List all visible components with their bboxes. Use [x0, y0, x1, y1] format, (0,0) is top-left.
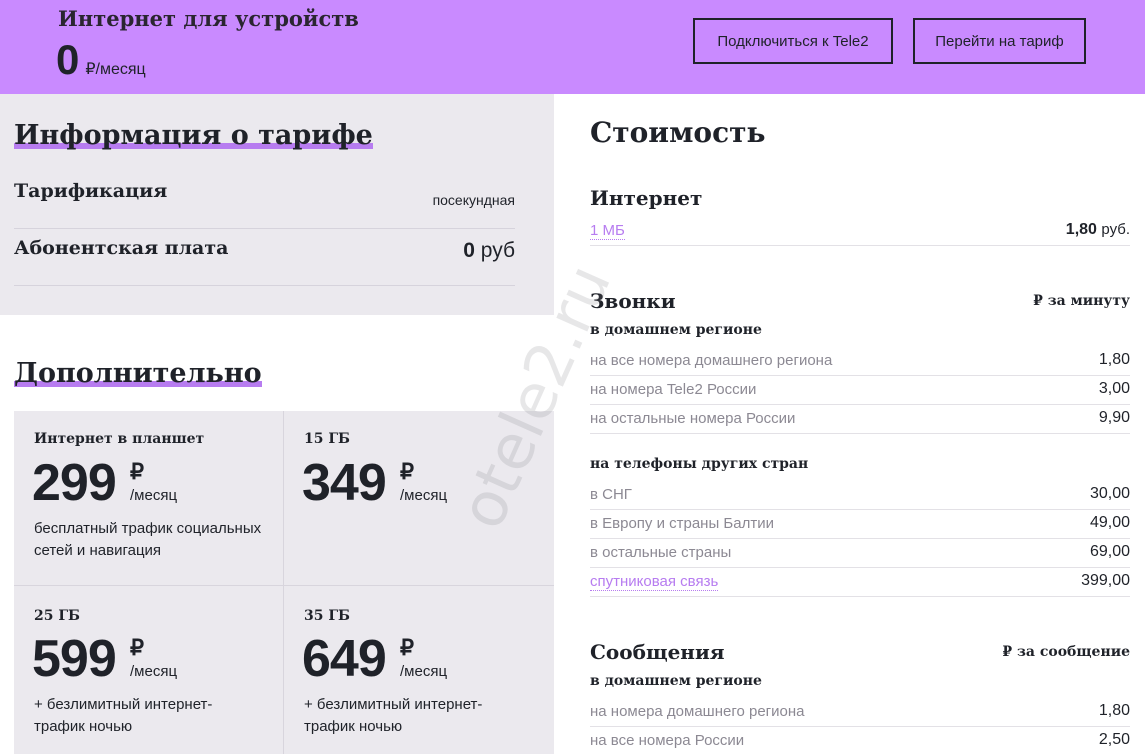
subscription-fee-row: Абонентская плата 0 руб: [14, 229, 515, 286]
extra-card-title: 25 ГБ: [34, 608, 80, 624]
billing-label: Тарификация: [14, 180, 168, 202]
extras-grid: Интернет в планшет 299 ₽ /месяц бесплатн…: [14, 411, 554, 754]
currency-sign: ₽: [130, 459, 144, 484]
extra-card-period: /месяц: [130, 487, 178, 504]
extra-card[interactable]: 25 ГБ 599 ₽ /месяц + безлимитный интерне…: [14, 586, 284, 754]
subscription-fee-value: 0 руб: [463, 239, 515, 262]
tariff-info-panel: Информация о тарифе Тарификация посекунд…: [0, 94, 554, 315]
extra-card[interactable]: 35 ГБ 649 ₽ /месяц + безлимитный интерне…: [284, 586, 554, 754]
billing-value: посекундная: [432, 192, 515, 208]
calls-intl-heading: на телефоны других стран: [590, 456, 809, 472]
currency-sign: ₽: [400, 635, 414, 660]
sms-row: на номера домашнего региона 1,80: [590, 697, 1130, 727]
subscription-fee-label: Абонентская плата: [14, 237, 229, 259]
connect-to-tele2-button[interactable]: Подключиться к Tele2: [693, 18, 893, 64]
tariff-banner: Интернет для устройств 0 ₽/месяц Подключи…: [0, 0, 1145, 94]
tariff-info-heading: Информация о тарифе: [14, 120, 373, 151]
extra-card-title: Интернет в планшет: [34, 431, 205, 447]
extra-card-price: 649: [302, 630, 387, 688]
internet-heading: Интернет: [590, 186, 703, 210]
internet-price-value: 1,80 руб.: [1065, 221, 1130, 238]
extra-card-price: 299: [32, 454, 117, 512]
extra-card-title: 35 ГБ: [304, 608, 350, 624]
calls-row: в остальные страны 69,00: [590, 538, 1130, 568]
extra-card-title: 15 ГБ: [304, 431, 350, 447]
sms-heading: Сообщения: [590, 640, 725, 664]
extra-card-price: 349: [302, 454, 387, 512]
tariff-price-value: 0: [56, 36, 80, 83]
calls-row: в СНГ 30,00: [590, 480, 1130, 510]
extra-card-desc: + безлимитный интернет-трафик ночью: [304, 696, 483, 735]
extra-card-desc: + безлимитный интернет-трафик ночью: [34, 696, 213, 735]
calls-home-heading: в домашнем регионе: [590, 322, 762, 338]
sms-home-heading: в домашнем регионе: [590, 673, 762, 689]
calls-row: на номера Tele2 России 3,00: [590, 375, 1130, 405]
satellite-link[interactable]: спутниковая связь: [590, 573, 719, 591]
extra-card-desc: бесплатный трафик социальных сетей и нав…: [34, 520, 262, 559]
tariff-name: Интернет для устройств: [58, 6, 359, 31]
sms-row: на все номера России 2,50: [590, 731, 1130, 749]
billing-row: Тарификация посекундная: [14, 172, 515, 229]
tariff-price-unit: ₽/месяц: [85, 61, 146, 78]
extra-card-price: 599: [32, 630, 117, 688]
internet-unit-link[interactable]: 1 МБ: [590, 222, 625, 240]
tariff-price: 0 ₽/месяц: [56, 36, 146, 84]
sms-unit: ₽ за сообщение: [1002, 644, 1130, 660]
extra-card[interactable]: 15 ГБ 349 ₽ /месяц: [284, 411, 554, 586]
extra-card[interactable]: Интернет в планшет 299 ₽ /месяц бесплатн…: [14, 411, 284, 586]
extras-heading: Дополнительно: [14, 358, 262, 389]
currency-sign: ₽: [130, 635, 144, 660]
calls-row: в Европу и страны Балтии 49,00: [590, 509, 1130, 539]
cost-heading: Стоимость: [590, 116, 766, 149]
calls-row: на остальные номера России 9,90: [590, 404, 1130, 434]
internet-price-row: 1 МБ 1,80 руб.: [590, 216, 1130, 246]
extra-card-period: /месяц: [400, 487, 448, 504]
calls-heading: Звонки: [590, 289, 676, 313]
calls-row: спутниковая связь 399,00: [590, 567, 1130, 597]
calls-row: на все номера домашнего региона 1,80: [590, 346, 1130, 376]
extra-card-period: /месяц: [130, 663, 178, 680]
extra-card-period: /месяц: [400, 663, 448, 680]
currency-sign: ₽: [400, 459, 414, 484]
go-to-tariff-button[interactable]: Перейти на тариф: [913, 18, 1086, 64]
calls-unit: ₽ за минуту: [1033, 293, 1130, 309]
